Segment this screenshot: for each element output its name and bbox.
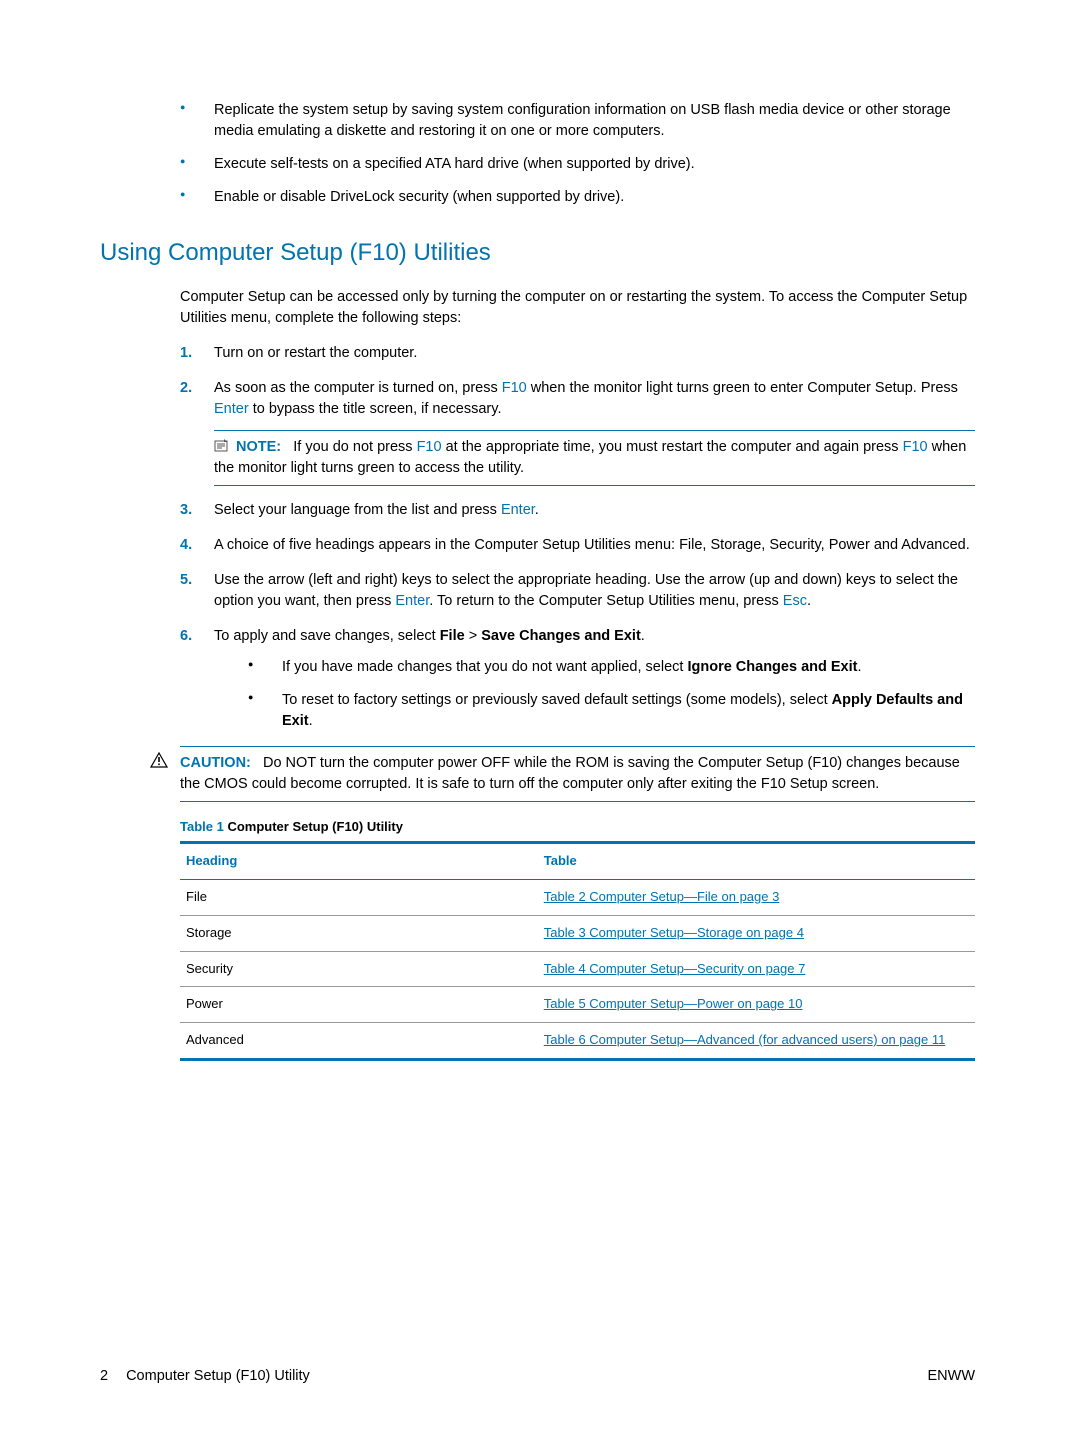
key-f10: F10	[417, 439, 442, 455]
key-enter: Enter	[214, 401, 249, 417]
setup-utility-table: Heading Table File Table 2 Computer Setu…	[180, 841, 975, 1061]
caution-box: CAUTION: Do NOT turn the computer power …	[180, 746, 975, 802]
note-label: NOTE:	[236, 439, 281, 455]
substep-list: If you have made changes that you do not…	[248, 657, 975, 732]
cell-heading: Power	[180, 987, 538, 1023]
table-title: Computer Setup (F10) Utility	[224, 819, 403, 834]
column-header-heading: Heading	[180, 842, 538, 879]
step-text: >	[465, 628, 482, 644]
step-text: If you have made changes that you do not…	[282, 659, 687, 675]
table-row: Storage Table 3 Computer Setup—Storage o…	[180, 915, 975, 951]
table-link-power[interactable]: Table 5 Computer Setup—Power on page 10	[544, 996, 803, 1011]
step-text: .	[309, 713, 313, 729]
list-item: To reset to factory settings or previous…	[248, 690, 975, 732]
table-number: Table 1	[180, 819, 224, 834]
table-link-advanced[interactable]: Table 6 Computer Setup—Advanced (for adv…	[544, 1032, 946, 1047]
step-text: when the monitor light turns green to en…	[527, 380, 958, 396]
step-text: Turn on or restart the computer.	[214, 345, 417, 361]
step-text: to bypass the title screen, if necessary…	[249, 401, 502, 417]
menu-path-file: File	[440, 628, 465, 644]
key-enter: Enter	[501, 502, 535, 518]
step-text: .	[535, 502, 539, 518]
step-2: As soon as the computer is turned on, pr…	[180, 378, 975, 486]
column-header-table: Table	[538, 842, 975, 879]
table-row: Power Table 5 Computer Setup—Power on pa…	[180, 987, 975, 1023]
table-link-storage[interactable]: Table 3 Computer Setup—Storage on page 4	[544, 925, 804, 940]
table-row: Security Table 4 Computer Setup—Security…	[180, 951, 975, 987]
step-6: To apply and save changes, select File >…	[180, 626, 975, 732]
step-text: .	[807, 593, 811, 609]
intro-paragraph: Computer Setup can be accessed only by t…	[180, 287, 975, 329]
table-caption: Table 1 Computer Setup (F10) Utility	[180, 818, 975, 837]
key-f10: F10	[903, 439, 928, 455]
list-item: Enable or disable DriveLock security (wh…	[180, 187, 975, 208]
caution-icon	[150, 752, 168, 768]
key-enter: Enter	[395, 593, 429, 609]
step-text: To reset to factory settings or previous…	[282, 692, 832, 708]
step-text: To apply and save changes, select	[214, 628, 440, 644]
page-number: 2	[100, 1366, 108, 1387]
step-text: . To return to the Computer Setup Utilit…	[429, 593, 783, 609]
step-text: As soon as the computer is turned on, pr…	[214, 380, 502, 396]
note-text: at the appropriate time, you must restar…	[442, 439, 903, 455]
caution-text: Do NOT turn the computer power OFF while…	[180, 755, 960, 792]
list-item: If you have made changes that you do not…	[248, 657, 975, 678]
option-ignore: Ignore Changes and Exit	[687, 659, 857, 675]
step-list: Turn on or restart the computer. As soon…	[180, 343, 975, 732]
footer-right: ENWW	[927, 1366, 975, 1387]
cell-heading: Storage	[180, 915, 538, 951]
section-heading: Using Computer Setup (F10) Utilities	[100, 236, 975, 271]
step-text: .	[641, 628, 645, 644]
table-row: Advanced Table 6 Computer Setup—Advanced…	[180, 1023, 975, 1060]
caution-label: CAUTION:	[180, 755, 251, 771]
list-item: Replicate the system setup by saving sys…	[180, 100, 975, 142]
step-text: A choice of five headings appears in the…	[214, 537, 970, 553]
key-f10: F10	[502, 380, 527, 396]
table-header-row: Heading Table	[180, 842, 975, 879]
menu-path-save: Save Changes and Exit	[481, 628, 641, 644]
step-4: A choice of five headings appears in the…	[180, 535, 975, 556]
step-1: Turn on or restart the computer.	[180, 343, 975, 364]
caution-text	[255, 755, 263, 771]
key-esc: Esc	[783, 593, 807, 609]
note-box: NOTE: If you do not press F10 at the app…	[214, 430, 975, 486]
page-footer: 2 Computer Setup (F10) Utility ENWW	[100, 1366, 975, 1387]
step-5: Use the arrow (left and right) keys to s…	[180, 570, 975, 612]
step-3: Select your language from the list and p…	[180, 500, 975, 521]
document-page: Replicate the system setup by saving sys…	[0, 0, 1080, 1437]
feature-bullet-list: Replicate the system setup by saving sys…	[180, 100, 975, 208]
step-text: .	[857, 659, 861, 675]
list-item: Execute self-tests on a specified ATA ha…	[180, 154, 975, 175]
table-link-security[interactable]: Table 4 Computer Setup—Security on page …	[544, 961, 806, 976]
cell-heading: File	[180, 879, 538, 915]
table-row: File Table 2 Computer Setup—File on page…	[180, 879, 975, 915]
note-icon	[214, 439, 230, 453]
chapter-title: Computer Setup (F10) Utility	[126, 1366, 310, 1387]
step-text: Select your language from the list and p…	[214, 502, 501, 518]
note-text: If you do not press	[293, 439, 416, 455]
cell-heading: Advanced	[180, 1023, 538, 1060]
cell-heading: Security	[180, 951, 538, 987]
table-link-file[interactable]: Table 2 Computer Setup—File on page 3	[544, 889, 780, 904]
